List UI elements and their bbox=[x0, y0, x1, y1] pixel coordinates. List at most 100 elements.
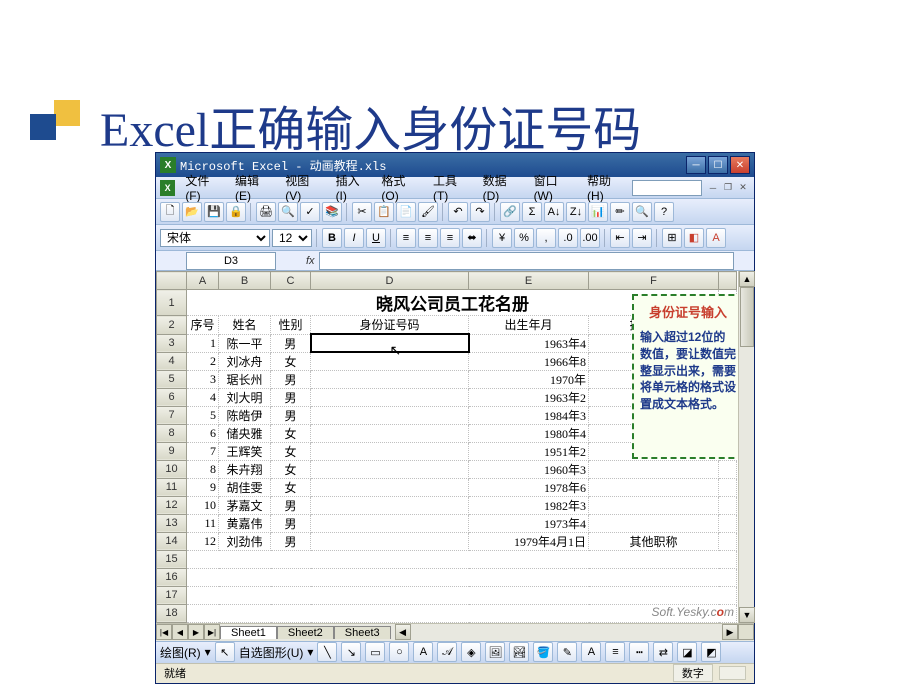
row-header[interactable]: 5 bbox=[157, 370, 187, 388]
close-button[interactable]: ✕ bbox=[730, 156, 750, 174]
menu-file[interactable]: 文件(F) bbox=[179, 170, 229, 205]
sheet-tab-1[interactable]: Sheet1 bbox=[220, 626, 277, 639]
cell[interactable] bbox=[719, 496, 737, 514]
doc-restore[interactable]: ❐ bbox=[721, 181, 735, 195]
cell[interactable] bbox=[311, 496, 469, 514]
redo-icon[interactable]: ↷ bbox=[470, 202, 490, 222]
cut-icon[interactable]: ✂ bbox=[352, 202, 372, 222]
align-left-icon[interactable]: ≡ bbox=[396, 228, 416, 248]
menu-help[interactable]: 帮助(H) bbox=[581, 170, 632, 205]
horizontal-scrollbar[interactable]: ◀ ▶ bbox=[395, 624, 738, 640]
cell[interactable]: 刘大明 bbox=[219, 388, 271, 406]
cell[interactable]: 1980年4 bbox=[469, 424, 589, 442]
col-header-a[interactable]: A bbox=[187, 272, 219, 290]
row-header[interactable]: 4 bbox=[157, 352, 187, 370]
draw-menu[interactable]: 绘图(R) bbox=[160, 644, 201, 661]
line-icon[interactable]: ╲ bbox=[317, 642, 337, 662]
spell-icon[interactable]: ✓ bbox=[300, 202, 320, 222]
cell[interactable] bbox=[589, 460, 719, 478]
hyperlink-icon[interactable]: 🔗 bbox=[500, 202, 520, 222]
cell[interactable] bbox=[311, 388, 469, 406]
cell[interactable]: 女 bbox=[271, 442, 311, 460]
tab-first-icon[interactable]: |◀ bbox=[156, 624, 172, 640]
cell[interactable]: 朱卉翔 bbox=[219, 460, 271, 478]
row-header[interactable]: 2 bbox=[157, 316, 187, 335]
cell[interactable] bbox=[719, 514, 737, 532]
cell[interactable]: 男 bbox=[271, 514, 311, 532]
cell[interactable]: 女 bbox=[271, 352, 311, 370]
merge-icon[interactable]: ⬌ bbox=[462, 228, 482, 248]
print-icon[interactable]: 🖨 bbox=[256, 202, 276, 222]
cell[interactable]: 男 bbox=[271, 532, 311, 550]
cell[interactable]: 5 bbox=[187, 406, 219, 424]
cell[interactable]: 茅嘉文 bbox=[219, 496, 271, 514]
cell[interactable]: 琚长州 bbox=[219, 370, 271, 388]
app-icon[interactable]: X bbox=[160, 180, 175, 196]
col-header-f[interactable]: F bbox=[589, 272, 719, 290]
new-icon[interactable]: 🗋 bbox=[160, 202, 180, 222]
shadow-icon[interactable]: ◪ bbox=[677, 642, 697, 662]
sheet-tab-2[interactable]: Sheet2 bbox=[277, 626, 334, 639]
paste-icon[interactable]: 📄 bbox=[396, 202, 416, 222]
tab-last-icon[interactable]: ▶| bbox=[204, 624, 220, 640]
cell[interactable]: 王辉笑 bbox=[219, 442, 271, 460]
autoshapes-menu[interactable]: 自选图形(U) bbox=[239, 644, 304, 661]
col-header-b[interactable]: B bbox=[219, 272, 271, 290]
col-header-d[interactable]: D bbox=[311, 272, 469, 290]
underline-button[interactable]: U bbox=[366, 228, 386, 248]
vertical-scrollbar[interactable]: ▲ ▼ bbox=[738, 271, 754, 623]
sheet-tab-3[interactable]: Sheet3 bbox=[334, 626, 391, 639]
increase-decimal-icon[interactable]: .0 bbox=[558, 228, 578, 248]
3d-icon[interactable]: ◩ bbox=[701, 642, 721, 662]
tab-next-icon[interactable]: ▶ bbox=[188, 624, 204, 640]
sum-icon[interactable]: Σ bbox=[522, 202, 542, 222]
comma-icon[interactable]: , bbox=[536, 228, 556, 248]
italic-button[interactable]: I bbox=[344, 228, 364, 248]
cell[interactable]: 黄嘉伟 bbox=[219, 514, 271, 532]
menu-format[interactable]: 格式(O) bbox=[375, 170, 427, 205]
align-center-icon[interactable]: ≡ bbox=[418, 228, 438, 248]
wordart-icon[interactable]: 𝒜 bbox=[437, 642, 457, 662]
cell[interactable] bbox=[589, 514, 719, 532]
cell[interactable]: 1978年6 bbox=[469, 478, 589, 496]
cell[interactable]: 女 bbox=[271, 460, 311, 478]
cell[interactable]: 1973年4 bbox=[469, 514, 589, 532]
preview-icon[interactable]: 🔍 bbox=[278, 202, 298, 222]
cell[interactable]: 男 bbox=[271, 334, 311, 352]
cell[interactable]: 8 bbox=[187, 460, 219, 478]
align-right-icon[interactable]: ≡ bbox=[440, 228, 460, 248]
rectangle-icon[interactable]: ▭ bbox=[365, 642, 385, 662]
cell[interactable]: 6 bbox=[187, 424, 219, 442]
row-header[interactable]: 14 bbox=[157, 532, 187, 550]
cell[interactable]: 11 bbox=[187, 514, 219, 532]
cell[interactable] bbox=[311, 478, 469, 496]
cell[interactable]: 1963年2 bbox=[469, 388, 589, 406]
cell[interactable] bbox=[311, 370, 469, 388]
row-header[interactable]: 8 bbox=[157, 424, 187, 442]
cell[interactable]: 刘劲伟 bbox=[219, 532, 271, 550]
cell[interactable]: 3 bbox=[187, 370, 219, 388]
fx-icon[interactable]: fx bbox=[306, 255, 315, 267]
menu-data[interactable]: 数据(D) bbox=[477, 170, 528, 205]
row-header[interactable]: 17 bbox=[157, 586, 187, 604]
sort-asc-icon[interactable]: A↓ bbox=[544, 202, 564, 222]
increase-indent-icon[interactable]: ⇥ bbox=[632, 228, 652, 248]
format-painter-icon[interactable]: 🖌 bbox=[418, 202, 438, 222]
currency-icon[interactable]: ¥ bbox=[492, 228, 512, 248]
fill-icon[interactable]: 🪣 bbox=[533, 642, 553, 662]
cell[interactable] bbox=[719, 460, 737, 478]
cell[interactable]: 陈皓伊 bbox=[219, 406, 271, 424]
arrow-style-icon[interactable]: ⇄ bbox=[653, 642, 673, 662]
drawing-icon[interactable]: ✏ bbox=[610, 202, 630, 222]
decrease-decimal-icon[interactable]: .00 bbox=[580, 228, 600, 248]
row-header[interactable]: 18 bbox=[157, 604, 187, 622]
cell[interactable]: 1966年8 bbox=[469, 352, 589, 370]
scroll-thumb[interactable] bbox=[740, 287, 754, 347]
menu-edit[interactable]: 编辑(E) bbox=[229, 170, 279, 205]
name-box[interactable]: D3 bbox=[186, 252, 276, 270]
dash-style-icon[interactable]: ┅ bbox=[629, 642, 649, 662]
picture-icon[interactable]: 🏞 bbox=[509, 642, 529, 662]
cell[interactable]: 1970年 bbox=[469, 370, 589, 388]
select-objects-icon[interactable]: ↖ bbox=[215, 642, 235, 662]
cell[interactable]: 1963年4 bbox=[469, 334, 589, 352]
